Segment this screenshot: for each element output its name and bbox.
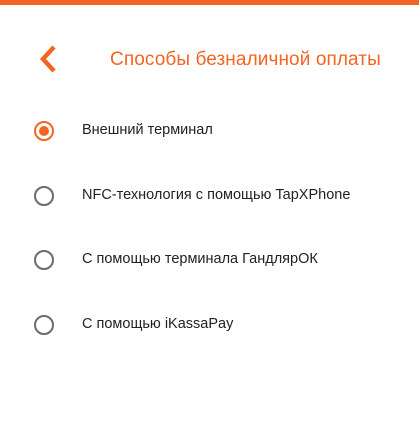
page-title: Способы безналичной оплаты xyxy=(110,49,381,70)
app-header: Способы безналичной оплаты xyxy=(0,5,419,105)
radio-button[interactable] xyxy=(34,186,54,206)
payment-option-external-terminal[interactable]: Внешний терминал xyxy=(0,105,419,157)
radio-button[interactable] xyxy=(34,250,54,270)
back-button[interactable] xyxy=(30,41,66,77)
radio-button[interactable] xyxy=(34,315,54,335)
payment-option-gandlyarok-terminal[interactable]: С помощью терминала ГандлярОК xyxy=(0,234,419,286)
option-label: NFC-технология с помощью TapXPhone xyxy=(82,187,351,203)
radio-dot xyxy=(39,126,49,136)
option-label: С помощью терминала ГандлярОК xyxy=(82,251,318,267)
payment-option-nfc-tapxphone[interactable]: NFC-технология с помощью TapXPhone xyxy=(0,170,419,222)
radio-button-checked[interactable] xyxy=(34,121,54,141)
option-label: Внешний терминал xyxy=(82,122,213,138)
option-label: С помощью iKassaPay xyxy=(82,316,234,332)
payment-option-ikassapay[interactable]: С помощью iKassaPay xyxy=(0,299,419,351)
chevron-left-icon xyxy=(39,45,56,73)
